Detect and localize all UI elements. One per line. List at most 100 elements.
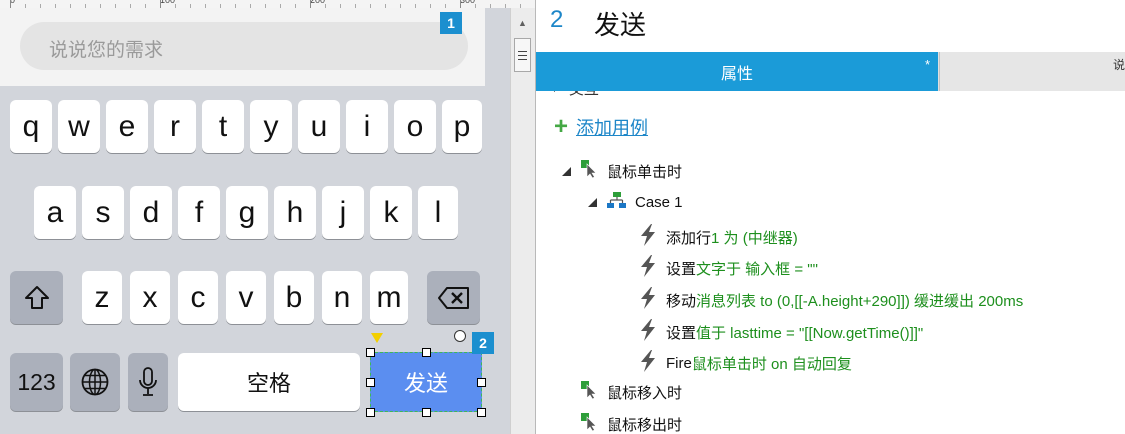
- add-case-link[interactable]: + 添加用例: [554, 114, 648, 140]
- action-detail: 消息列表 to (0,[[-A.height+290]]) 缓进缓出 200ms: [696, 292, 1024, 310]
- action-detail: 值于 lasttime = "[[Now.getTime()]]": [696, 324, 924, 342]
- widget-number: 2: [550, 6, 564, 33]
- vertical-scrollbar[interactable]: ▲: [510, 8, 535, 434]
- event-row-click[interactable]: 鼠标单击时: [562, 160, 682, 182]
- key-q[interactable]: q: [10, 100, 52, 153]
- mouse-event-icon: [581, 160, 599, 182]
- key-k[interactable]: k: [370, 186, 412, 239]
- key-w[interactable]: w: [58, 100, 100, 153]
- ruler-tick: [310, 0, 311, 8]
- key-b[interactable]: b: [274, 271, 314, 324]
- resize-handle[interactable]: [422, 348, 431, 357]
- footnote-badge-2: 2: [472, 332, 494, 354]
- lightning-icon: [638, 319, 658, 345]
- resize-handle[interactable]: [366, 348, 375, 357]
- key-a[interactable]: a: [34, 186, 76, 239]
- globe-icon: [80, 367, 110, 397]
- lightning-icon: [638, 287, 658, 313]
- design-canvas[interactable]: 0 100 200 300 说说您的需求 q w e r t y u i o p…: [0, 0, 536, 434]
- ruler-label: 100: [160, 0, 176, 5]
- action-row[interactable]: 设置 值于 lasttime = "[[Now.getTime()]]": [638, 319, 923, 345]
- scroll-up-arrow-icon[interactable]: ▲: [518, 18, 527, 28]
- expand-triangle-icon: [562, 166, 571, 176]
- ruler-tick: [10, 0, 11, 8]
- interaction-marker-icon: [371, 333, 383, 343]
- microphone-icon: [137, 366, 159, 398]
- rotate-handle[interactable]: [454, 330, 466, 342]
- inspector-tabs: 属性 * 说: [536, 52, 1125, 91]
- search-input[interactable]: 说说您的需求: [20, 22, 468, 70]
- action-verb: 添加行: [666, 229, 712, 247]
- interactions-list: ▼ 交互 + 添加用例 鼠标单击时 Case 1 添加行 1 为 (中继器): [536, 91, 1125, 434]
- action-row[interactable]: 设置 文字于 输入框 = "": [638, 255, 818, 281]
- tab-notes[interactable]: 说: [939, 52, 1125, 91]
- key-s[interactable]: s: [82, 186, 124, 239]
- key-l[interactable]: l: [418, 186, 458, 239]
- key-c[interactable]: c: [178, 271, 218, 324]
- backspace-icon: [437, 286, 471, 310]
- lightning-icon: [638, 224, 658, 250]
- event-row-mouse-enter[interactable]: 鼠标移入时: [581, 381, 682, 403]
- action-verb: 移动: [666, 292, 697, 310]
- event-label: 鼠标单击时: [607, 163, 683, 181]
- ruler-tick: [460, 0, 461, 8]
- resize-handle[interactable]: [366, 378, 375, 387]
- resize-handle[interactable]: [366, 408, 375, 417]
- action-row[interactable]: 添加行 1 为 (中继器): [638, 224, 798, 250]
- action-row[interactable]: Fire 鼠标单击时 on 自动回复: [638, 350, 852, 376]
- tab-properties-label: 属性: [720, 65, 753, 83]
- action-row[interactable]: 移动 消息列表 to (0,[[-A.height+290]]) 缓进缓出 20…: [638, 287, 1023, 313]
- event-row-mouse-leave[interactable]: 鼠标移出时: [581, 413, 682, 434]
- action-detail: 鼠标单击时 on 自动回复: [691, 355, 852, 373]
- expand-triangle-icon: [588, 197, 597, 207]
- microphone-key[interactable]: [128, 353, 168, 411]
- shift-key[interactable]: [10, 271, 63, 324]
- widget-title-bar: 2 发送: [536, 0, 1125, 53]
- key-m[interactable]: m: [370, 271, 408, 324]
- key-j[interactable]: j: [322, 186, 364, 239]
- collapsed-section[interactable]: ▼ 交互: [550, 91, 599, 99]
- key-y[interactable]: y: [250, 100, 292, 153]
- key-x[interactable]: x: [130, 271, 170, 324]
- tab-properties[interactable]: 属性 *: [536, 52, 938, 91]
- key-i[interactable]: i: [346, 100, 388, 153]
- key-d[interactable]: d: [130, 186, 172, 239]
- action-verb: 设置: [666, 260, 697, 278]
- send-button[interactable]: 发送: [370, 352, 482, 412]
- add-case-label: 添加用例: [576, 118, 649, 138]
- lightning-icon: [638, 350, 658, 376]
- numbers-key[interactable]: 123: [10, 353, 63, 411]
- key-e[interactable]: e: [106, 100, 148, 153]
- key-o[interactable]: o: [394, 100, 436, 153]
- case-tree-icon: [607, 192, 627, 212]
- action-detail: 文字于 输入框 = "": [696, 260, 818, 278]
- resize-handle[interactable]: [477, 378, 486, 387]
- action-verb: 设置: [666, 324, 697, 342]
- widget-name[interactable]: 发送: [594, 5, 646, 42]
- key-g[interactable]: g: [226, 186, 268, 239]
- resize-handle[interactable]: [422, 408, 431, 417]
- key-v[interactable]: v: [226, 271, 266, 324]
- resize-handle[interactable]: [477, 408, 486, 417]
- key-h[interactable]: h: [274, 186, 316, 239]
- backspace-key[interactable]: [427, 271, 480, 324]
- globe-key[interactable]: [70, 353, 120, 411]
- key-u[interactable]: u: [298, 100, 340, 153]
- shift-icon: [23, 285, 51, 311]
- scrollbar-thumb[interactable]: [514, 38, 531, 72]
- key-z[interactable]: z: [82, 271, 122, 324]
- key-t[interactable]: t: [202, 100, 244, 153]
- collapse-arrow-icon: ▼: [550, 91, 559, 94]
- case-row[interactable]: Case 1: [588, 192, 683, 212]
- footnote-badge-1: 1: [440, 12, 462, 34]
- ruler-label: 200: [310, 0, 326, 5]
- key-n[interactable]: n: [322, 271, 362, 324]
- input-bar: 说说您的需求: [0, 8, 485, 86]
- key-r[interactable]: r: [154, 100, 196, 153]
- inspector-panel: 2 发送 属性 * 说 ▼ 交互 + 添加用例 鼠标单击时: [536, 0, 1125, 434]
- key-f[interactable]: f: [178, 186, 220, 239]
- ruler-tick: [160, 0, 161, 8]
- key-p[interactable]: p: [442, 100, 482, 153]
- space-key[interactable]: 空格: [178, 353, 360, 411]
- mouse-event-icon: [581, 413, 599, 434]
